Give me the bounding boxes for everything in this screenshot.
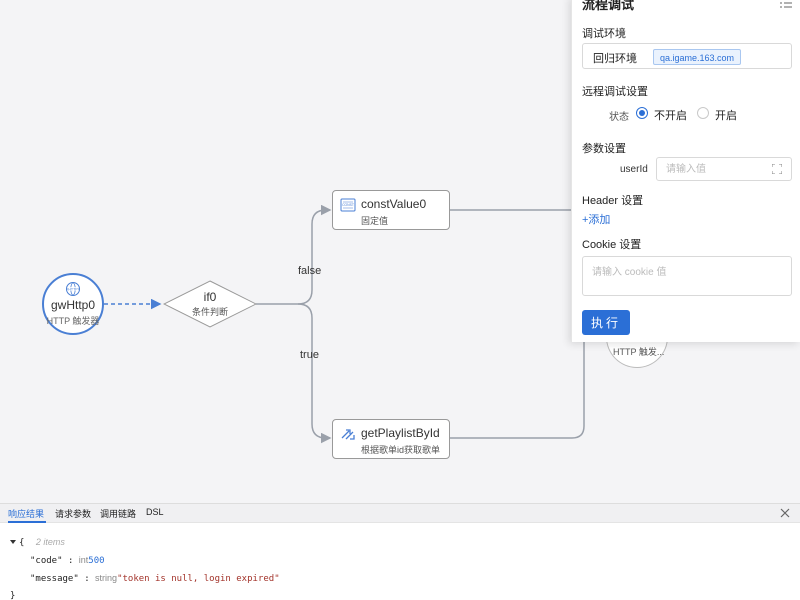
radio-off[interactable] [636,107,648,119]
env-select[interactable]: 回归环境 qa.igame.163.com [582,43,792,69]
node-const-subtitle: 固定值 [361,216,389,226]
env-host-tag: qa.igame.163.com [653,49,742,65]
diamond-shape [162,280,258,328]
json-close-line: } [10,591,15,600]
state-label: 状态 [609,112,629,123]
json-root-line: { 2 items [10,537,65,548]
json-key: "message" [30,574,79,584]
param-name-label: userId [620,164,648,175]
radio-on[interactable] [697,107,709,119]
svg-text:HTTP: HTTP [68,287,78,291]
node-get-playlist[interactable]: getPlaylistById 根据歌单id获取歌单 [332,419,450,459]
radio-off-label[interactable]: 不开启 [654,107,687,123]
flow-canvas[interactable]: HTTP gwHttp0 HTTP 触发器 if0 条件判断 CONST con… [0,0,800,503]
run-button[interactable]: 执行 [582,310,630,335]
node-trigger-subtitle: HTTP 触发器 [46,316,100,326]
cookie-input[interactable] [582,256,792,296]
http-icon: HTTP [66,282,80,296]
remote-state-radio-group: 状态 不开启 开启 [609,106,789,123]
json-type: string [95,573,118,583]
remote-section-label: 远程调试设置 [582,86,648,98]
json-entry: "code" : int500 [30,555,105,566]
params-section-label: 参数设置 [582,143,626,155]
env-section-label: 调试环境 [582,28,626,40]
edge-condition-true [297,303,332,444]
close-icon[interactable] [780,508,790,518]
node-const-title: constValue0 [361,197,427,211]
api-icon [341,429,355,440]
result-panel: 响应结果 请求参数 调用链路 DSL { 2 items "code" : in… [0,503,800,600]
env-name: 回归环境 [593,53,637,65]
json-value: "token is null, login expired" [117,574,280,584]
node-condition-subtitle: 条件判断 [191,307,228,317]
tab-request-params[interactable]: 请求参数 [55,507,91,520]
json-item-count: 2 items [35,537,65,547]
json-type: int [78,555,89,565]
tab-response[interactable]: 响应结果 [8,507,44,520]
debug-panel: 流程调试 调试环境 回归环境 qa.igame.163.com 远程调试设置 状… [571,0,800,342]
tab-call-chain[interactable]: 调用链路 [100,507,136,520]
svg-text:CONST: CONST [342,203,354,207]
node-const-value[interactable]: CONST constValue0 固定值 [332,190,450,230]
node-end-subtitle: HTTP 触发... [613,347,665,357]
node-trigger[interactable]: HTTP gwHttp0 HTTP 触发器 [42,273,104,335]
json-value: 500 [88,556,105,566]
node-playlist-subtitle: 根据歌单id获取歌单 [361,445,441,455]
node-trigger-title: gwHttp0 [50,298,96,312]
menu-icon[interactable] [780,0,792,8]
json-key: "code" [30,556,63,566]
node-playlist-title: getPlaylistById [361,426,440,440]
edge-condition-false [256,204,332,305]
tab-dsl[interactable]: DSL [146,507,164,517]
expand-icon[interactable] [772,164,782,174]
edge-playlist-to-end [449,342,585,439]
json-close-brace: } [10,591,16,600]
header-section-label: Header 设置 [582,195,644,207]
add-header-button[interactable]: +添加 [582,211,610,227]
const-icon: CONST [340,198,356,212]
radio-on-label[interactable]: 开启 [715,107,737,123]
node-condition-title: if0 [203,290,217,304]
active-tab-indicator [8,521,46,523]
collapse-caret-icon[interactable] [10,540,16,544]
json-entry: "message" : string"token is null, login … [30,573,280,584]
json-open-brace: { [19,538,25,548]
node-condition[interactable]: if0 条件判断 [162,280,258,328]
edge-label-true: true [300,349,319,361]
edge-label-false: false [298,265,322,277]
result-tabbar: 响应结果 请求参数 调用链路 DSL [0,504,800,523]
panel-title: 流程调试 [582,0,635,12]
cookie-section-label: Cookie 设置 [582,239,642,251]
